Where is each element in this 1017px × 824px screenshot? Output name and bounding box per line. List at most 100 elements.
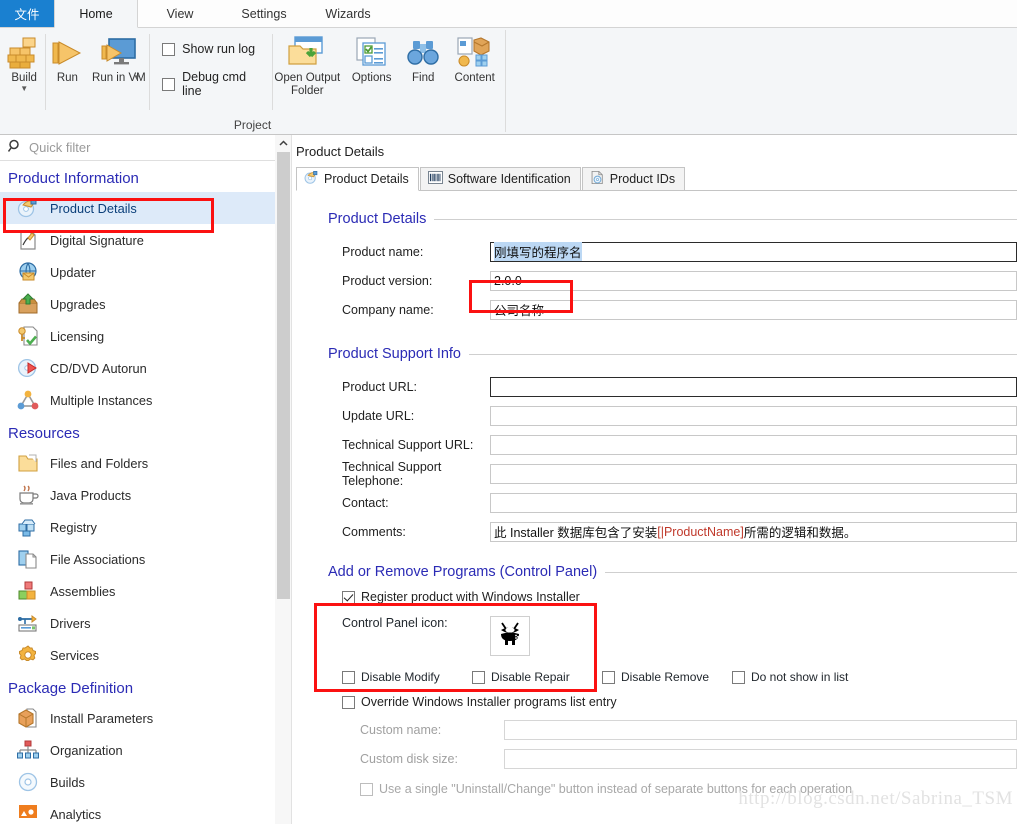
tab-settings[interactable]: Settings (222, 0, 306, 27)
sidebar-item-licensing[interactable]: Licensing (0, 320, 291, 352)
disable-repair-checkbox[interactable]: Disable Repair (472, 670, 602, 684)
company-name-value: 公司名称 (494, 304, 545, 318)
update-url-input[interactable] (490, 405, 1017, 426)
comments-label: Comments: (342, 524, 406, 539)
ribbon-group-label: Project (233, 118, 272, 132)
disable-modify-box-icon[interactable] (342, 670, 355, 684)
override-programs-list-checkbox[interactable]: Override Windows Installer programs list… (342, 695, 1017, 709)
sidebar-item-install-parameters[interactable]: Install Parameters (0, 702, 291, 734)
quick-filter-row[interactable]: Quick filter (0, 135, 291, 161)
disable-modify-checkbox[interactable]: Disable Modify (342, 670, 472, 684)
sidebar-scroll-thumb[interactable] (277, 152, 290, 599)
find-binoculars-icon (407, 34, 439, 72)
control-panel-icon-label: Control Panel icon: (342, 616, 448, 630)
sidebar-item-builds[interactable]: Builds (0, 766, 291, 798)
tab-file[interactable]: 文件 (0, 0, 54, 27)
sidebar-item-assemblies[interactable]: Assemblies (0, 575, 291, 607)
sidebar-item-label: Assemblies (50, 583, 116, 599)
sidebar-item-label: Files and Folders (50, 455, 149, 471)
product-name-value: 刚填写的程序名 (494, 242, 582, 261)
tab-home[interactable]: Home (54, 0, 138, 28)
comments-prefix: 此 Installer 数据库包含了安装 (494, 526, 658, 540)
contact-input[interactable] (490, 492, 1017, 513)
scroll-up-icon[interactable] (275, 135, 291, 151)
find-label: Find (411, 72, 435, 84)
tab-label: Product IDs (609, 172, 676, 186)
cubes-icon (16, 579, 40, 603)
company-name-input[interactable]: 公司名称 (490, 299, 1017, 320)
sidebar-item-label: Builds (50, 774, 85, 790)
build-bricks-icon (6, 34, 42, 72)
do-not-show-in-list-label: Do not show in list (751, 670, 849, 684)
run-play-icon (50, 34, 84, 72)
sidebar-item-services[interactable]: Services (0, 639, 291, 671)
quick-filter-input[interactable]: Quick filter (29, 140, 90, 155)
sidebar-item-label: Java Products (50, 487, 132, 503)
sidebar-item-product-details[interactable]: Product Details (0, 192, 291, 224)
debug-cmd-line-checkbox[interactable]: Debug cmd line (162, 70, 260, 98)
register-product-box-icon[interactable] (342, 590, 355, 604)
product-version-value: 2.0.0 (494, 273, 522, 288)
sidebar-item-label: Registry (50, 519, 97, 535)
sidebar-scrollbar[interactable] (275, 135, 291, 824)
control-panel-icon-preview[interactable] (490, 616, 530, 656)
sidebar-item-label: Analytics (50, 806, 102, 822)
technical-support-url-input[interactable] (490, 434, 1017, 455)
build-chevron-down-icon[interactable]: ▼ (20, 85, 28, 93)
sidebar: Quick filter Product Information Product… (0, 135, 292, 824)
product-details-form: Product Details Product name: 刚填写的程序名 Pr… (296, 191, 1017, 796)
disable-remove-checkbox[interactable]: Disable Remove (602, 670, 732, 684)
options-checklist-icon (355, 34, 389, 72)
disc-hand-icon (16, 196, 40, 220)
sidebar-item-drivers[interactable]: Drivers (0, 607, 291, 639)
content-label: Content (454, 72, 495, 84)
key-check-icon (16, 324, 40, 348)
sidebar-item-cd-dvd-autorun[interactable]: CD/DVD Autorun (0, 352, 291, 384)
open-box-icon (16, 706, 40, 730)
company-name-label: Company name: (342, 302, 434, 317)
comments-input[interactable]: 此 Installer 数据库包含了安装 [|ProductName] 所需的逻… (490, 521, 1017, 542)
product-version-input[interactable]: 2.0.0 (490, 270, 1017, 291)
product-name-label: Product name: (342, 244, 424, 259)
sidebar-item-organization[interactable]: Organization (0, 734, 291, 766)
show-run-log-checkbox[interactable]: Show run log (162, 42, 260, 56)
disable-repair-box-icon[interactable] (472, 670, 485, 684)
id-disc-icon (590, 170, 605, 188)
tab-wizards[interactable]: Wizards (306, 0, 390, 27)
run-in-vm-chevron-down-icon[interactable]: ▼ (133, 74, 141, 82)
custom-name-input[interactable] (504, 719, 1017, 740)
debug-cmd-line-box-icon[interactable] (162, 77, 176, 91)
sidebar-section-package-definition: Package Definition (8, 680, 134, 697)
register-product-checkbox[interactable]: Register product with Windows Installer (342, 590, 1017, 604)
sidebar-item-files-and-folders[interactable]: Files and Folders (0, 447, 291, 479)
legend-rule (469, 353, 1017, 355)
tab-product-details[interactable]: Product Details (296, 167, 419, 191)
single-uninstall-button-box-icon[interactable] (360, 782, 373, 796)
show-run-log-box-icon[interactable] (162, 42, 176, 56)
single-uninstall-button-checkbox[interactable]: Use a single "Uninstall/Change" button i… (342, 782, 1017, 796)
sidebar-item-digital-signature[interactable]: Digital Signature (0, 224, 291, 256)
sidebar-item-label: CD/DVD Autorun (50, 360, 147, 376)
sidebar-item-upgrades[interactable]: Upgrades (0, 288, 291, 320)
product-name-input[interactable]: 刚填写的程序名 (490, 241, 1017, 262)
sidebar-item-java-products[interactable]: Java Products (0, 479, 291, 511)
sidebar-item-updater[interactable]: Updater (0, 256, 291, 288)
tab-software-identification[interactable]: Software Identification (419, 167, 581, 190)
disable-remove-box-icon[interactable] (602, 670, 615, 684)
product-url-input[interactable] (490, 376, 1017, 397)
sidebar-item-label: Install Parameters (50, 710, 154, 726)
tab-view[interactable]: View (138, 0, 222, 27)
do-not-show-in-list-checkbox[interactable]: Do not show in list (732, 670, 848, 684)
custom-disk-size-input[interactable] (504, 748, 1017, 769)
technical-support-telephone-input[interactable] (490, 463, 1017, 484)
sidebar-item-registry[interactable]: Registry (0, 511, 291, 543)
sidebar-item-file-associations[interactable]: File Associations (0, 543, 291, 575)
field-row-technical-support-url: Technical Support URL: (328, 430, 1017, 459)
field-row-custom-disk-size: Custom disk size: (342, 744, 1017, 773)
do-not-show-in-list-box-icon[interactable] (732, 670, 745, 684)
override-programs-list-box-icon[interactable] (342, 695, 355, 709)
sidebar-item-analytics[interactable]: Analytics (0, 798, 291, 824)
tab-product-ids[interactable]: Product IDs (581, 167, 686, 190)
sidebar-item-multiple-instances[interactable]: Multiple Instances (0, 384, 291, 416)
registry-blocks-icon (16, 515, 40, 539)
